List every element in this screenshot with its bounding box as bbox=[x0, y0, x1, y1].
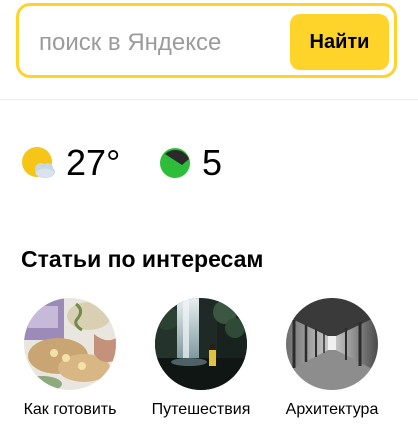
search-button[interactable]: Найти bbox=[290, 14, 389, 70]
interest-item-cooking[interactable]: Как готовить bbox=[0, 298, 140, 428]
interest-item-architecture[interactable]: Архитектура bbox=[262, 298, 402, 428]
yandex-home: Найти 27° 5 Статьи по интересам bbox=[0, 0, 418, 444]
partly-cloudy-sun-icon bbox=[22, 147, 55, 178]
cooking-image bbox=[24, 298, 116, 390]
weather-informer[interactable]: 27° bbox=[20, 140, 120, 186]
divider bbox=[0, 99, 418, 100]
traffic-score: 5 bbox=[202, 142, 223, 183]
search-bar: Найти bbox=[16, 3, 397, 78]
architecture-image bbox=[286, 298, 378, 390]
interest-item-travel[interactable]: Путешествия bbox=[131, 298, 271, 428]
section-title: Статьи по интересам bbox=[21, 246, 264, 272]
traffic-jam-icon bbox=[160, 148, 190, 178]
interest-label: Как готовить bbox=[23, 401, 117, 418]
traffic-informer[interactable]: 5 bbox=[156, 140, 222, 186]
search-input[interactable] bbox=[39, 26, 279, 60]
temperature: 27° bbox=[66, 142, 121, 183]
travel-image bbox=[155, 298, 247, 390]
interest-label: Путешествия bbox=[151, 401, 251, 418]
interest-label: Архитектура bbox=[285, 401, 379, 418]
